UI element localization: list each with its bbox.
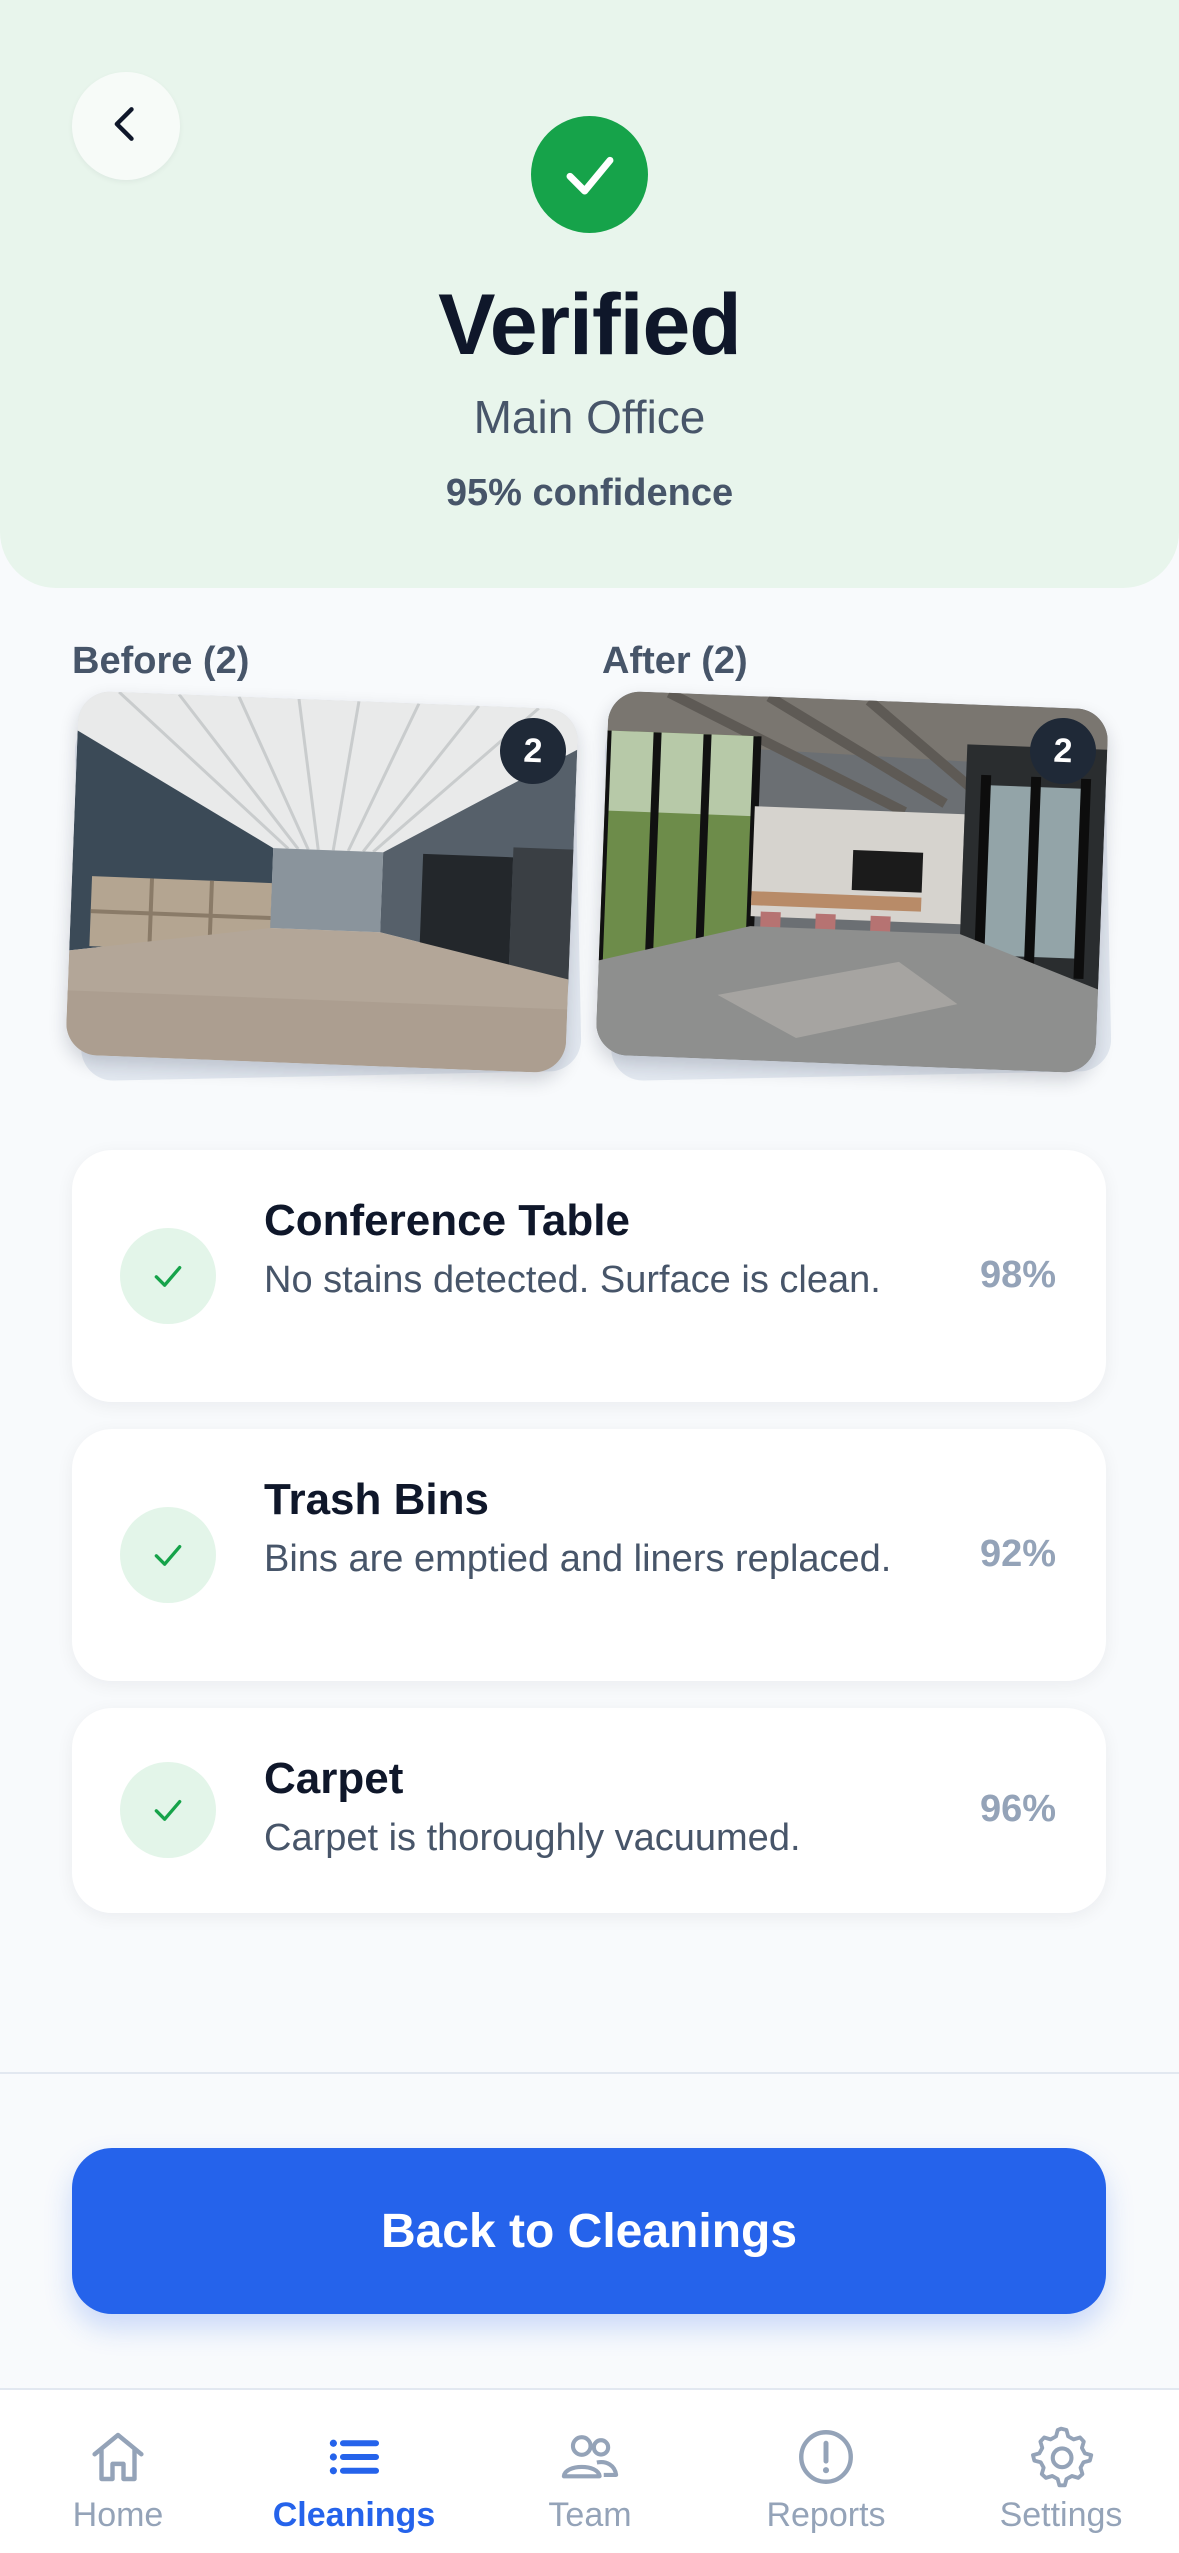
check-description: No stains detected. Surface is clean. <box>264 1259 881 1301</box>
team-icon <box>557 2424 623 2490</box>
check-score: 96% <box>979 1788 1056 1830</box>
back-to-cleanings-button[interactable]: Back to Cleanings <box>72 2148 1106 2314</box>
alert-icon <box>793 2424 859 2490</box>
checkmark-icon <box>120 1228 216 1324</box>
tab-label: Reports <box>766 2496 886 2534</box>
back-button[interactable] <box>72 72 180 180</box>
tab-label: Settings <box>999 2496 1123 2534</box>
check-description: Bins are emptied and liners replaced. <box>264 1538 892 1580</box>
tab-team[interactable]: Team <box>472 2390 708 2553</box>
after-photos-label: After (2) <box>602 640 748 682</box>
check-card[interactable]: Trash Bins Bins are emptied and liners r… <box>72 1429 1106 1681</box>
tab-home[interactable]: Home <box>0 2390 236 2553</box>
check-name: Trash Bins <box>264 1475 489 1524</box>
page-title: Verified <box>438 277 742 373</box>
check-card[interactable]: Conference Table No stains detected. Sur… <box>72 1150 1106 1402</box>
tab-cleanings[interactable]: Cleanings <box>236 2390 472 2553</box>
location-name: Main Office <box>473 391 706 443</box>
chevron-left-icon <box>104 102 148 151</box>
tab-label: Team <box>548 2496 632 2534</box>
divider <box>0 2072 1179 2074</box>
status-header: Verified Main Office 95% confidence <box>0 0 1179 588</box>
tab-label: Home <box>72 2496 164 2534</box>
checkmark-icon <box>120 1762 216 1858</box>
before-photos-label: Before (2) <box>72 640 250 682</box>
after-photo-stack[interactable]: 2 <box>595 690 1112 1082</box>
tab-reports[interactable]: Reports <box>708 2390 944 2553</box>
check-description: Carpet is thoroughly vacuumed. <box>264 1817 801 1859</box>
check-card[interactable]: Carpet Carpet is thoroughly vacuumed. 96… <box>72 1708 1106 1913</box>
home-icon <box>85 2424 151 2490</box>
tab-settings[interactable]: Settings <box>943 2390 1179 2553</box>
gear-icon <box>1028 2424 1094 2490</box>
before-photo-stack[interactable]: 2 <box>65 690 582 1082</box>
confidence-score: 95% confidence <box>445 472 734 514</box>
bottom-tab-bar: Home Cleanings Team Reports Settings <box>0 2388 1179 2553</box>
verified-check-icon <box>531 116 648 233</box>
tab-label: Cleanings <box>272 2496 436 2534</box>
check-score: 98% <box>979 1254 1056 1296</box>
check-name: Carpet <box>264 1754 404 1803</box>
check-score: 92% <box>979 1533 1056 1575</box>
list-icon <box>321 2424 387 2490</box>
checkmark-icon <box>120 1507 216 1603</box>
check-name: Conference Table <box>264 1196 630 1245</box>
